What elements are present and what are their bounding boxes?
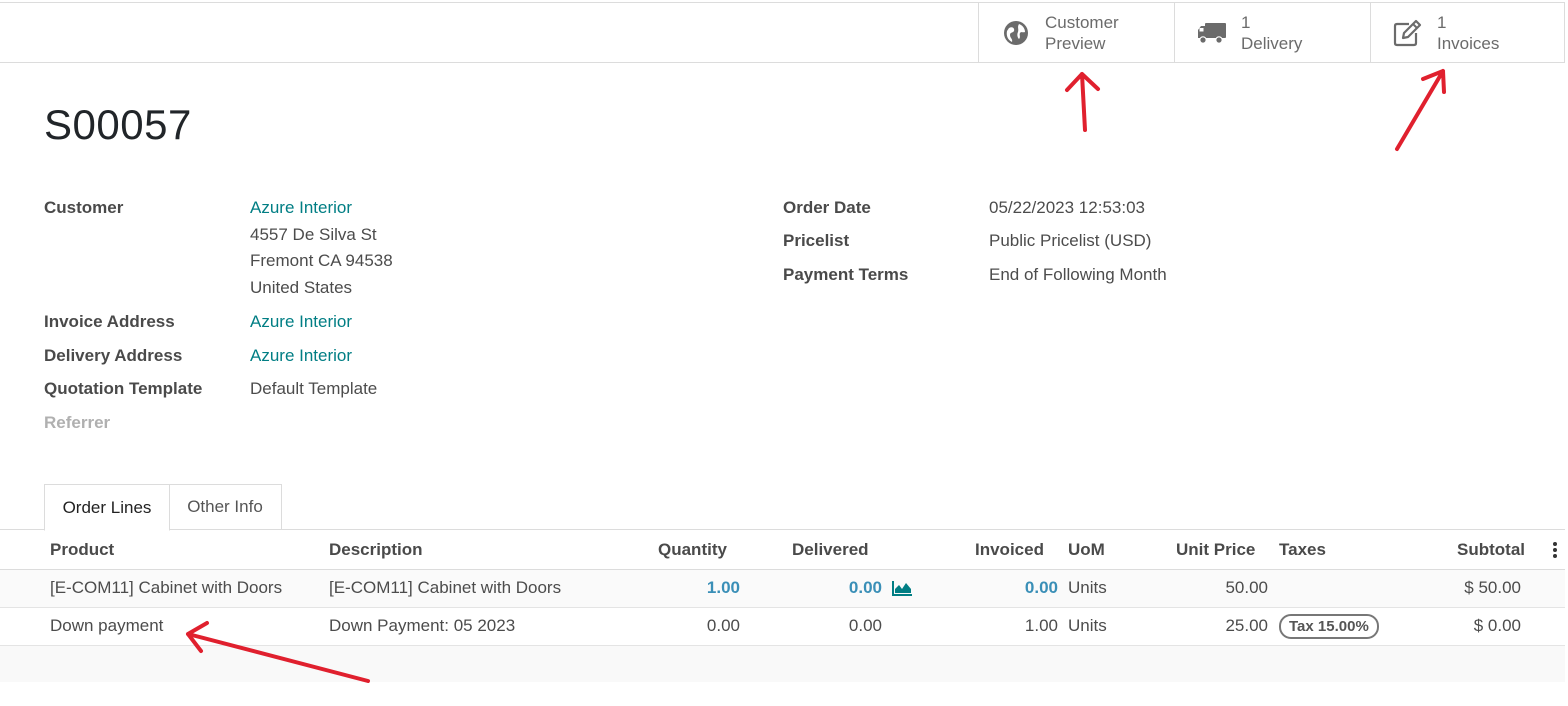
address-line2: Fremont CA 94538	[250, 251, 393, 270]
invoice-address-link[interactable]: Azure Interior	[250, 312, 352, 332]
delivery-address-link[interactable]: Azure Interior	[250, 346, 352, 366]
column-description[interactable]: Description	[329, 540, 423, 560]
table-row[interactable]: [E-COM11] Cabinet with Doors [E-COM11] C…	[0, 570, 1565, 608]
column-taxes[interactable]: Taxes	[1279, 540, 1326, 560]
arrow-to-invoices	[1395, 69, 1446, 151]
truck-icon	[1197, 18, 1227, 48]
cell-subtotal: $ 50.00	[1464, 578, 1521, 597]
invoices-count: 1	[1437, 13, 1447, 32]
column-product[interactable]: Product	[50, 540, 114, 560]
column-uom[interactable]: UoM	[1068, 540, 1105, 560]
pricelist-label: Pricelist	[783, 231, 850, 250]
delivery-label: Delivery	[1241, 34, 1303, 53]
address-line1: 4557 De Silva St	[250, 225, 377, 244]
payment-terms-value[interactable]: End of Following Month	[989, 265, 1167, 285]
pricelist-value[interactable]: Public Pricelist (USD)	[989, 231, 1151, 251]
order-date-value[interactable]: 05/22/2023 12:53:03	[989, 198, 1145, 218]
customer-preview-button[interactable]: Customer Preview	[978, 3, 1174, 63]
invoices-button[interactable]: 1 Invoices	[1370, 3, 1565, 63]
cell-quantity[interactable]: 1.00	[707, 578, 740, 598]
pencil-square-icon	[1393, 18, 1423, 48]
arrow-to-customer-preview	[1065, 72, 1100, 132]
quotation-template-label: Quotation Template	[44, 379, 203, 398]
optional-columns-kebab-icon[interactable]	[1551, 542, 1559, 558]
cell-product: Down payment	[50, 616, 164, 635]
cell-uom: Units	[1068, 616, 1107, 635]
tab-other-info[interactable]: Other Info	[169, 484, 282, 530]
invoices-label: Invoices	[1437, 34, 1500, 53]
cell-delivered: 0.00	[848, 616, 882, 635]
customer-label: Customer	[44, 198, 124, 217]
invoice-address-label: Invoice Address	[44, 312, 175, 331]
delivery-address-label: Delivery Address	[44, 346, 183, 365]
cell-quantity: 0.00	[706, 616, 740, 635]
cell-invoiced: 1.00	[1024, 616, 1058, 635]
customer-link[interactable]: Azure Interior	[250, 198, 352, 218]
smart-button-bar: Customer Preview 1 Delivery 1 Invoices	[0, 2, 1565, 63]
delivery-count: 1	[1241, 13, 1251, 32]
cell-description: Down Payment: 05 2023	[329, 616, 516, 635]
order-date-label: Order Date	[783, 198, 871, 217]
cell-subtotal: $ 0.00	[1473, 616, 1521, 635]
column-delivered[interactable]: Delivered	[792, 540, 869, 560]
notebook-tabs: Order Lines Other Info	[0, 484, 1565, 531]
cell-uom: Units	[1068, 578, 1107, 597]
column-unit-price[interactable]: Unit Price	[1176, 540, 1255, 560]
customer-preview-label-line1: Customer	[1045, 13, 1119, 32]
column-subtotal[interactable]: Subtotal	[1457, 540, 1525, 560]
globe-icon	[1001, 18, 1031, 48]
tax-badge: Tax 15.00%	[1279, 614, 1379, 639]
payment-terms-label: Payment Terms	[783, 265, 909, 284]
column-invoiced[interactable]: Invoiced	[975, 540, 1044, 560]
order-lines-table-header: Product Description Quantity Delivered I…	[0, 530, 1565, 570]
delivery-button[interactable]: 1 Delivery	[1174, 3, 1370, 63]
cell-unit-price: 25.00	[1225, 616, 1268, 635]
cell-delivered[interactable]: 0.00	[849, 578, 882, 598]
customer-preview-label-line2: Preview	[1045, 34, 1106, 53]
cell-product: [E-COM11] Cabinet with Doors	[50, 578, 283, 597]
cell-description: [E-COM11] Cabinet with Doors	[329, 578, 562, 597]
cell-unit-price: 50.00	[1225, 578, 1268, 597]
address-line3: United States	[250, 278, 353, 297]
empty-row-area	[0, 646, 1565, 682]
tab-order-lines[interactable]: Order Lines	[44, 484, 170, 531]
quotation-template-value[interactable]: Default Template	[250, 379, 377, 399]
column-quantity[interactable]: Quantity	[658, 540, 727, 560]
cell-invoiced[interactable]: 0.00	[1025, 578, 1058, 598]
table-row[interactable]: Down payment Down Payment: 05 2023 0.00 …	[0, 608, 1565, 646]
page-title: S00057	[44, 101, 192, 148]
referrer-label: Referrer	[44, 413, 111, 432]
forecast-chart-icon[interactable]	[892, 580, 913, 601]
